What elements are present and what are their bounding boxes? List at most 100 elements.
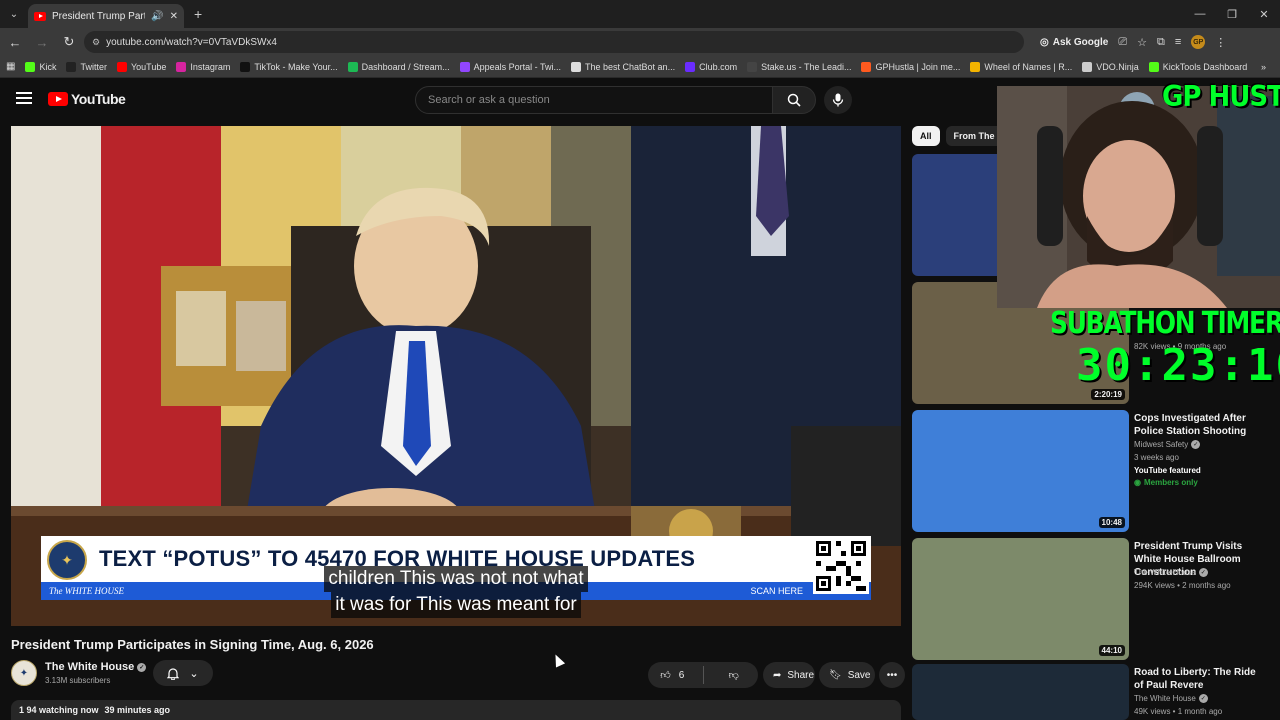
bookmark-item[interactable]: Instagram <box>176 61 230 72</box>
new-tab-icon[interactable]: + <box>194 6 202 22</box>
omnibox-actions: ◎ Ask Google ⎚ ☆ ⧉ ≡ GP ⋮ <box>1040 28 1226 56</box>
verified-icon: ✓ <box>1191 440 1201 449</box>
dislike-button[interactable]: 👎︎ <box>709 662 758 688</box>
bell-icon <box>167 667 180 680</box>
site-info-icon[interactable]: ⚙ <box>92 37 100 48</box>
description-box[interactable]: 1 94 watching now 39 minutes ago <box>11 700 901 720</box>
browser-menu-icon[interactable]: ⋮ <box>1215 36 1226 49</box>
ask-google-button[interactable]: ◎ Ask Google <box>1040 37 1108 48</box>
bookmark-favicon-icon <box>459 61 470 72</box>
recommendation-channel[interactable]: Midwest Safety ✓ <box>1134 440 1201 449</box>
recommendation-channel[interactable]: The White House ✓ <box>1134 694 1208 703</box>
cast-icon[interactable]: ⎚ <box>1118 36 1127 49</box>
bookmark-item[interactable]: The best ChatBot an... <box>571 61 676 72</box>
recommendation-channel[interactable]: The White House ✓ <box>1134 568 1208 577</box>
tab-search-icon[interactable]: ⌄ <box>0 0 28 28</box>
bookmark-label: Stake.us - The Leadi... <box>761 61 852 72</box>
chip-all[interactable]: All <box>912 126 940 146</box>
started-time: 39 minutes ago <box>104 705 171 715</box>
recommendation-channel-name: Midwest Safety <box>1134 440 1189 449</box>
recommendation-item[interactable]: 44:10 President Trump Visits White House … <box>912 538 1272 660</box>
recommendation-title[interactable]: Cops Investigated After Police Station S… <box>1134 412 1264 438</box>
recommendation-item[interactable]: 10:48 Cops Investigated After Police Stat… <box>912 410 1272 532</box>
recommendation-item[interactable]: Road to Liberty: The Ride of Paul Revere… <box>912 664 1272 720</box>
like-button[interactable]: 👍︎ 6 <box>648 662 697 688</box>
webcam-overlay <box>997 86 1280 308</box>
bookmark-item[interactable]: VDO.Ninja <box>1082 61 1139 72</box>
browser-tab[interactable]: President Trump Participate 🔊 ✕ <box>28 4 184 28</box>
search-input[interactable]: Search or ask a question <box>415 86 773 114</box>
guide-menu-icon[interactable] <box>16 92 32 104</box>
restore-icon[interactable]: ❐ <box>1216 0 1248 28</box>
banner-scan-label: SCAN HERE <box>750 586 803 596</box>
forward-icon[interactable]: → <box>30 30 54 54</box>
youtube-logo[interactable]: YouTube <box>48 91 126 107</box>
url-field[interactable]: ⚙ youtube.com/watch?v=0VTaVDkSWx4 <box>84 31 1024 53</box>
bookmark-item[interactable]: Club.com <box>685 61 738 72</box>
close-window-icon[interactable]: ✕ <box>1248 0 1280 28</box>
bookmark-label: The best ChatBot an... <box>585 61 676 72</box>
reload-icon[interactable]: ↻ <box>57 30 81 54</box>
bookmark-favicon-icon <box>685 61 696 72</box>
watching-now: 1 94 watching now <box>19 705 99 715</box>
voice-search-button[interactable] <box>824 86 852 114</box>
bookmark-item[interactable]: TikTok - Make Your... <box>240 61 338 72</box>
more-actions-button[interactable]: ••• <box>879 662 905 688</box>
recommendation-views: 294K views • 2 months ago <box>1134 581 1231 590</box>
caption-line-1: children This was not not what <box>324 566 588 592</box>
bookmark-label: VDO.Ninja <box>1096 61 1139 72</box>
media-icon[interactable]: ≡ <box>1175 36 1181 48</box>
bookmark-item[interactable]: Kick <box>25 61 56 72</box>
verified-icon: ✓ <box>1198 568 1208 577</box>
bookmark-favicon-icon <box>240 61 251 72</box>
bookmark-icon: 🔖︎ <box>829 669 842 681</box>
minimize-icon[interactable]: — <box>1184 0 1216 28</box>
like-count: 6 <box>678 669 685 681</box>
members-icon: ◉ <box>1134 478 1141 487</box>
webcam-feed <box>997 86 1280 308</box>
video-player[interactable]: ✦ TEXT “POTUS” TO 45470 FOR WHITE HOUSE … <box>11 126 901 626</box>
bookmark-label: Club.com <box>699 61 738 72</box>
bookmark-item[interactable]: Stake.us - The Leadi... <box>747 61 852 72</box>
notification-bell-button[interactable]: ⌄ <box>153 660 213 686</box>
more-bookmarks-icon[interactable]: » <box>1261 62 1266 72</box>
qr-code-icon <box>813 538 869 594</box>
bookmark-item[interactable]: Appeals Portal - Twi... <box>459 61 562 72</box>
window-controls: — ❐ ✕ <box>1184 0 1280 28</box>
microphone-icon <box>832 93 844 107</box>
video-thumbnail[interactable] <box>912 664 1129 720</box>
bookmark-label: Twitter <box>80 61 107 72</box>
bookmark-item[interactable]: Twitter <box>66 61 107 72</box>
like-dislike-group: 👍︎ 6 👎︎ <box>648 662 758 688</box>
apps-grid-icon[interactable]: ▦ <box>6 61 15 72</box>
extensions-icon[interactable]: ⧉ <box>1157 36 1165 49</box>
search-icon <box>787 93 801 107</box>
recommendation-title[interactable]: Road to Liberty: The Ride of Paul Revere <box>1134 666 1264 692</box>
subathon-timer: 30:23:16 <box>1076 340 1280 391</box>
bookmark-label: TikTok - Make Your... <box>254 61 338 72</box>
members-only-badge: ◉ Members only <box>1134 478 1198 487</box>
video-thumbnail[interactable]: 10:48 <box>912 410 1129 532</box>
bookmark-item[interactable]: Wheel of Names | R... <box>970 61 1072 72</box>
back-icon[interactable]: ← <box>3 30 27 54</box>
bookmark-item[interactable]: GPHustla | Join me... <box>861 61 960 72</box>
close-tab-icon[interactable]: ✕ <box>170 11 178 22</box>
bookmark-item[interactable]: Dashboard / Stream... <box>347 61 450 72</box>
bookmark-favicon-icon <box>116 61 127 72</box>
profile-avatar[interactable]: GP <box>1191 35 1206 49</box>
caption-line-2: it was for This was meant for <box>331 592 581 618</box>
search-button[interactable] <box>772 86 816 114</box>
video-title: President Trump Participates in Signing … <box>11 637 374 652</box>
bookmark-favicon-icon <box>1082 61 1093 72</box>
share-button[interactable]: ➦ Share <box>763 662 815 688</box>
channel-name-link[interactable]: The White House ✓ <box>45 661 147 673</box>
channel-avatar[interactable]: ✦ <box>11 660 37 686</box>
video-thumbnail[interactable]: 44:10 <box>912 538 1129 660</box>
bookmark-item[interactable]: KickTools Dashboard <box>1148 61 1248 72</box>
save-button[interactable]: 🔖︎ Save <box>819 662 875 688</box>
bookmark-label: KickTools Dashboard <box>1162 61 1248 72</box>
bookmark-label: Appeals Portal - Twi... <box>473 61 562 72</box>
bookmark-item[interactable]: YouTube <box>116 61 166 72</box>
audio-icon[interactable]: 🔊 <box>151 11 163 22</box>
bookmark-star-icon[interactable]: ☆ <box>1137 36 1147 49</box>
